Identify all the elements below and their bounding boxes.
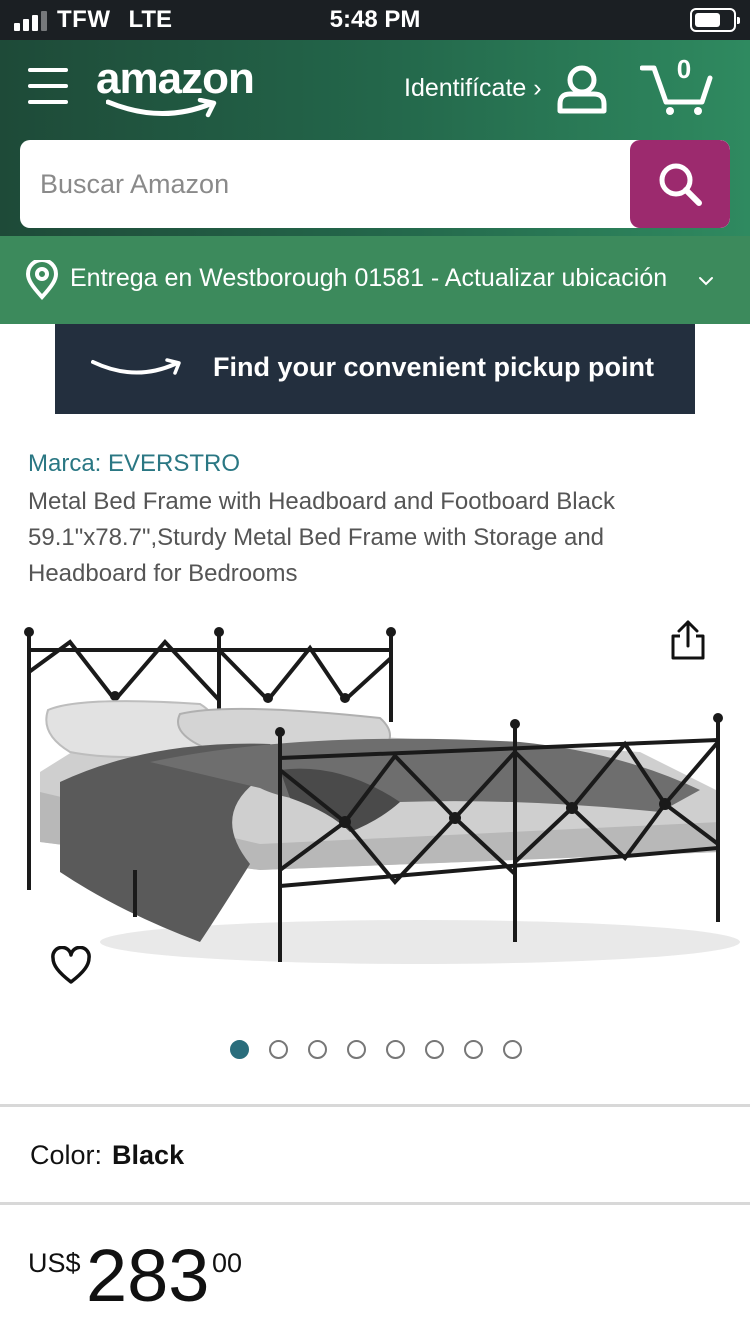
search-input[interactable] bbox=[20, 140, 630, 228]
carousel-dot[interactable] bbox=[269, 1040, 288, 1059]
carousel-dot[interactable] bbox=[503, 1040, 522, 1059]
chevron-down-icon bbox=[699, 277, 713, 286]
color-selector[interactable]: Color: Black bbox=[30, 1140, 184, 1171]
delivery-text: Entrega en Westborough 01581 - Actualiza… bbox=[70, 264, 668, 292]
search-bar bbox=[20, 140, 730, 228]
price-currency: US$ bbox=[28, 1248, 81, 1278]
price-whole: 283 bbox=[86, 1234, 210, 1317]
brand-link[interactable]: Marca: EVERSTRO bbox=[28, 450, 240, 478]
carousel-dot[interactable] bbox=[425, 1040, 444, 1059]
signin-link[interactable]: Identifícate › bbox=[404, 74, 542, 103]
status-bar: TFW LTE 5:48 PM bbox=[0, 0, 750, 40]
location-pin-icon bbox=[25, 260, 59, 300]
logo-text: amazon bbox=[96, 54, 255, 103]
status-time: 5:48 PM bbox=[329, 6, 421, 33]
heart-icon[interactable] bbox=[50, 946, 92, 986]
delivery-location-bar[interactable]: Entrega en Westborough 01581 - Actualiza… bbox=[0, 236, 750, 324]
image-carousel-dots bbox=[230, 1040, 522, 1059]
amazon-logo[interactable]: amazon bbox=[96, 54, 266, 124]
carousel-dot[interactable] bbox=[347, 1040, 366, 1059]
cart-count: 0 bbox=[676, 54, 692, 84]
product-image[interactable] bbox=[0, 612, 750, 992]
search-button[interactable] bbox=[630, 140, 730, 228]
color-value: Black bbox=[112, 1140, 185, 1170]
share-icon[interactable] bbox=[668, 618, 708, 662]
pickup-banner-text: Find your convenient pickup point bbox=[213, 352, 655, 382]
header: amazon Identifícate › 0 bbox=[0, 40, 750, 236]
divider bbox=[0, 1202, 750, 1205]
divider bbox=[0, 1104, 750, 1107]
pickup-banner[interactable]: Find your convenient pickup point bbox=[55, 324, 695, 414]
carousel-dot[interactable] bbox=[464, 1040, 483, 1059]
search-icon bbox=[659, 163, 702, 206]
carousel-dot[interactable] bbox=[386, 1040, 405, 1059]
battery-icon bbox=[690, 8, 740, 32]
price-fraction: 00 bbox=[212, 1248, 243, 1278]
menu-icon bbox=[28, 68, 68, 72]
carousel-dot[interactable] bbox=[230, 1040, 249, 1059]
carousel-dot[interactable] bbox=[308, 1040, 327, 1059]
product-title: Metal Bed Frame with Headboard and Footb… bbox=[28, 488, 615, 587]
color-label: Color: bbox=[30, 1140, 103, 1170]
smile-icon bbox=[106, 98, 217, 118]
user-icon[interactable] bbox=[556, 64, 608, 114]
menu-button[interactable] bbox=[28, 68, 68, 104]
smile-logo-icon bbox=[91, 358, 181, 375]
